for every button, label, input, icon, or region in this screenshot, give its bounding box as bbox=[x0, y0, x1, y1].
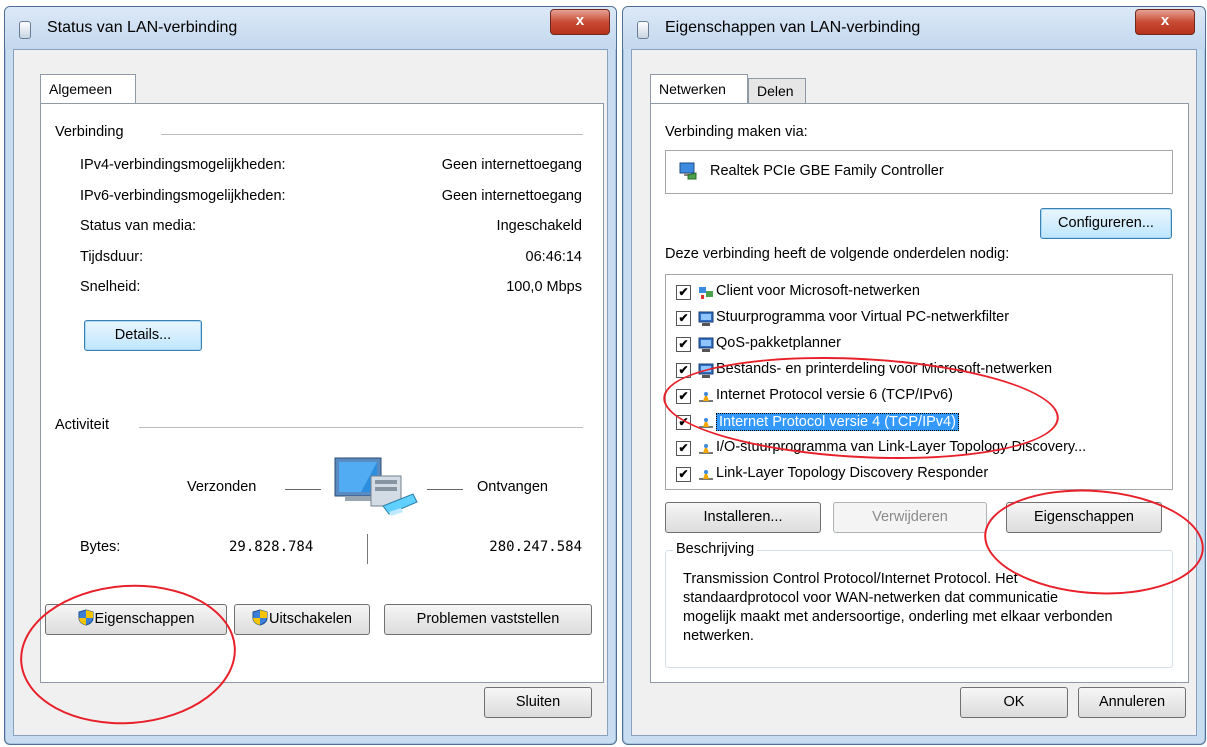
list-item[interactable]: ✔ Stuurprogramma voor Virtual PC-netwerk… bbox=[666, 307, 1172, 331]
sent-label: Verzonden bbox=[187, 479, 257, 495]
speed-value: 100,0 Mbps bbox=[506, 279, 582, 295]
checkbox[interactable]: ✔ bbox=[676, 441, 691, 456]
adapter-box: Realtek PCIe GBE Family Controller bbox=[665, 150, 1173, 194]
duration-label: Tijdsduur: bbox=[80, 249, 144, 265]
diagnose-button[interactable]: Problemen vaststellen bbox=[384, 604, 592, 635]
received-line bbox=[427, 489, 463, 490]
disable-button-label: Uitschakelen bbox=[268, 611, 352, 627]
duration-value: 06:46:14 bbox=[525, 249, 582, 265]
ok-button[interactable]: OK bbox=[960, 687, 1068, 718]
tab-delen[interactable]: Delen bbox=[748, 78, 806, 104]
network-computer-icon bbox=[334, 457, 418, 516]
adapter-name: Realtek PCIe GBE Family Controller bbox=[710, 163, 944, 179]
section-activiteit: Activiteit bbox=[55, 417, 109, 433]
tab-netwerken[interactable]: Netwerken bbox=[650, 74, 748, 104]
checkbox[interactable]: ✔ bbox=[676, 285, 691, 300]
details-button[interactable]: Details... bbox=[84, 320, 202, 351]
title-bar[interactable]: Status van LAN-verbinding x bbox=[5, 7, 616, 49]
checkbox[interactable]: ✔ bbox=[676, 467, 691, 482]
ipv4-label: IPv4-verbindingsmogelijkheden: bbox=[80, 157, 286, 173]
title-bar[interactable]: Eigenschappen van LAN-verbinding x bbox=[623, 7, 1205, 49]
separator bbox=[161, 134, 583, 135]
uac-shield-icon bbox=[252, 609, 268, 626]
description-label: Beschrijving bbox=[673, 541, 758, 557]
close-button[interactable]: x bbox=[550, 9, 610, 35]
configure-button[interactable]: Configureren... bbox=[1040, 208, 1172, 239]
network-client-icon bbox=[699, 287, 713, 299]
list-item[interactable]: ✔ Client voor Microsoft-netwerken bbox=[666, 281, 1172, 305]
bytes-received-value: 280.247.584 bbox=[489, 539, 582, 555]
protocol-icon bbox=[699, 444, 713, 454]
connect-using-label: Verbinding maken via: bbox=[665, 124, 808, 140]
media-status-value: Ingeschakeld bbox=[496, 218, 582, 234]
section-verbinding: Verbinding bbox=[55, 124, 124, 140]
list-item-label: Link-Layer Topology Discovery Responder bbox=[716, 465, 989, 481]
received-label: Ontvangen bbox=[477, 479, 548, 495]
list-item[interactable]: ✔ QoS-pakketplanner bbox=[666, 333, 1172, 357]
protocol-icon bbox=[699, 470, 713, 480]
close-button[interactable]: x bbox=[1135, 9, 1195, 35]
close-dialog-button[interactable]: Sluiten bbox=[484, 687, 592, 718]
sent-line bbox=[285, 489, 321, 490]
window-icon bbox=[19, 21, 31, 39]
window-title: Eigenschappen van LAN-verbinding bbox=[665, 19, 921, 36]
ipv4-value: Geen internettoegang bbox=[441, 157, 582, 173]
list-item-label: QoS-pakketplanner bbox=[716, 335, 841, 351]
computer-service-icon bbox=[698, 311, 714, 326]
window-icon bbox=[637, 21, 649, 39]
components-label: Deze verbinding heeft de volgende onderd… bbox=[665, 246, 1010, 262]
install-button[interactable]: Installeren... bbox=[665, 502, 821, 533]
network-adapter-icon bbox=[679, 162, 697, 180]
ipv6-label: IPv6-verbindingsmogelijkheden: bbox=[80, 188, 286, 204]
list-item[interactable]: ✔ Link-Layer Topology Discovery Responde… bbox=[666, 463, 1172, 487]
disable-button[interactable]: Uitschakelen bbox=[234, 604, 370, 635]
checkbox[interactable]: ✔ bbox=[676, 311, 691, 326]
remove-button: Verwijderen bbox=[833, 502, 987, 533]
bytes-label: Bytes: bbox=[80, 539, 121, 555]
separator bbox=[139, 427, 583, 428]
bytes-sent-value: 29.828.784 bbox=[229, 539, 314, 555]
checkbox[interactable]: ✔ bbox=[676, 337, 691, 352]
list-item-label: Client voor Microsoft-netwerken bbox=[716, 283, 920, 299]
window-title: Status van LAN-verbinding bbox=[47, 19, 238, 36]
media-status-label: Status van media: bbox=[80, 218, 197, 234]
speed-label: Snelheid: bbox=[80, 279, 141, 295]
ipv6-value: Geen internettoegang bbox=[441, 188, 582, 204]
bytes-divider bbox=[367, 534, 368, 564]
tab-algemeen[interactable]: Algemeen bbox=[40, 74, 136, 104]
cancel-button[interactable]: Annuleren bbox=[1078, 687, 1186, 718]
computer-service-icon bbox=[698, 337, 714, 352]
list-item-label: Stuurprogramma voor Virtual PC-netwerkfi… bbox=[716, 309, 1010, 325]
